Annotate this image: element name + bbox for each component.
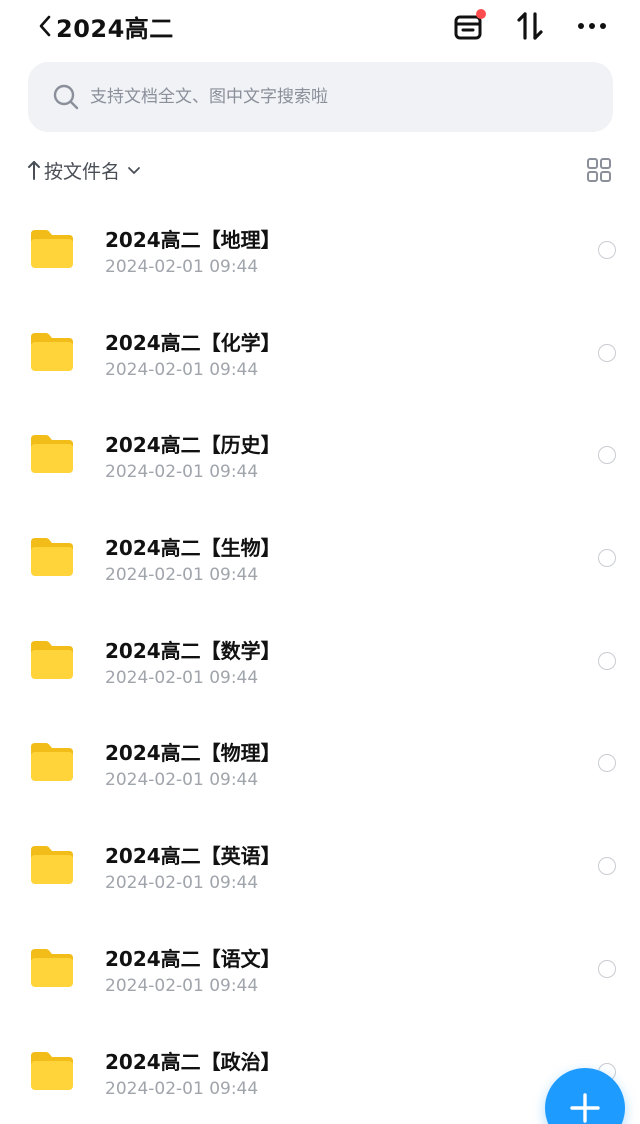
select-checkbox[interactable]	[598, 549, 616, 568]
grid-view-icon	[587, 158, 611, 182]
file-browser-screen: 2024高二 支持文档全文、图中文字搜索啦 按文件名 2024高二【地理】 20…	[0, 0, 640, 1124]
file-row[interactable]: 2024高二【政治】 2024-02-01 09:44	[0, 1020, 640, 1123]
sort-label: 按文件名	[44, 160, 121, 183]
plus-icon	[570, 1093, 600, 1123]
file-row[interactable]: 2024高二【物理】 2024-02-01 09:44	[0, 711, 640, 814]
file-row[interactable]: 2024高二【生物】 2024-02-01 09:44	[0, 506, 640, 609]
sort-toggle-icon	[517, 12, 543, 40]
folder-icon	[28, 1050, 76, 1092]
folder-icon	[28, 228, 76, 270]
chevron-down-icon	[128, 167, 140, 174]
select-checkbox[interactable]	[598, 241, 616, 259]
file-name: 2024高二【政治】	[105, 1049, 281, 1074]
arrow-up-icon	[28, 161, 40, 180]
file-row[interactable]: 2024高二【数学】 2024-02-01 09:44	[0, 609, 640, 712]
search-bar[interactable]	[28, 62, 613, 132]
file-row[interactable]: 2024高二【语文】 2024-02-01 09:44	[0, 917, 640, 1020]
file-name: 2024高二【历史】	[105, 433, 281, 458]
select-checkbox[interactable]	[598, 343, 616, 362]
file-date: 2024-02-01 09:44	[105, 770, 259, 791]
file-name: 2024高二【生物】	[105, 536, 281, 561]
select-checkbox[interactable]	[598, 446, 616, 465]
folder-icon	[28, 947, 76, 989]
file-date: 2024-02-01 09:44	[105, 565, 259, 586]
top-bar: 2024高二	[0, 0, 640, 52]
page-title: 2024高二	[56, 14, 174, 43]
file-date: 2024-02-01 09:44	[105, 359, 259, 380]
file-name: 2024高二【物理】	[105, 741, 281, 766]
file-name: 2024高二【化学】	[105, 330, 281, 355]
select-checkbox[interactable]	[598, 959, 616, 978]
file-row[interactable]: 2024高二【化学】 2024-02-01 09:44	[0, 301, 640, 404]
folder-icon	[28, 741, 76, 783]
back-button[interactable]: 2024高二	[36, 8, 174, 44]
basket-icon	[454, 9, 486, 40]
file-date: 2024-02-01 09:44	[105, 975, 259, 996]
folder-icon	[28, 331, 76, 373]
back-icon	[39, 15, 51, 37]
search-input[interactable]	[90, 87, 570, 107]
more-button[interactable]	[574, 8, 610, 44]
sort-selector[interactable]: 按文件名	[26, 150, 142, 190]
folder-icon	[28, 844, 76, 886]
folder-icon	[28, 433, 76, 475]
file-name: 2024高二【数学】	[105, 638, 281, 663]
file-name: 2024高二【语文】	[105, 946, 281, 971]
select-checkbox[interactable]	[598, 857, 616, 876]
select-checkbox[interactable]	[598, 651, 616, 670]
transfer-basket-button[interactable]	[450, 8, 486, 44]
file-date: 2024-02-01 09:44	[105, 462, 259, 483]
file-row[interactable]: 2024高二【地理】 2024-02-01 09:44	[0, 198, 640, 301]
file-row[interactable]: 2024高二【英语】 2024-02-01 09:44	[0, 814, 640, 917]
file-date: 2024-02-01 09:44	[105, 667, 259, 688]
file-date: 2024-02-01 09:44	[105, 257, 259, 277]
file-row[interactable]: 2024高二【历史】 2024-02-01 09:44	[0, 403, 640, 506]
file-date: 2024-02-01 09:44	[105, 873, 259, 894]
select-checkbox[interactable]	[598, 754, 616, 773]
folder-icon	[28, 536, 76, 578]
file-name: 2024高二【英语】	[105, 844, 281, 869]
search-icon	[53, 84, 79, 110]
file-name: 2024高二【地理】	[105, 228, 281, 252]
more-icon	[578, 23, 606, 29]
file-list: 2024高二【地理】 2024-02-01 09:44 2024高二【化学】 2024…	[0, 198, 640, 1122]
sort-toggle-button[interactable]	[512, 8, 548, 44]
grid-view-button[interactable]	[586, 157, 612, 183]
folder-icon	[28, 639, 76, 681]
file-date: 2024-02-01 09:44	[105, 1078, 259, 1099]
